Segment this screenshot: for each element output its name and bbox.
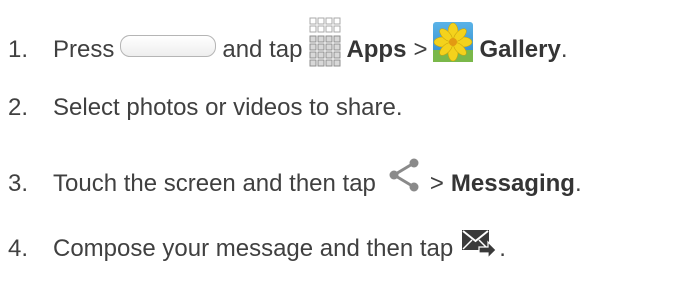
step-3: 3. Touch the screen and then tap > Messa… [8, 158, 582, 204]
step-text: > [413, 36, 428, 63]
step-number: 4. [8, 235, 29, 262]
apps-label: Apps [346, 36, 407, 63]
step-number: 3. [8, 170, 29, 197]
step-number: 2. [8, 94, 29, 121]
send-message-icon [461, 228, 498, 260]
step-text: . [499, 235, 506, 262]
gallery-label: Gallery [479, 36, 561, 63]
step-4: 4. Compose your message and then tap . [8, 230, 506, 264]
home-key-icon [120, 35, 217, 57]
step-text: Touch the screen and then tap [53, 170, 376, 197]
gallery-app-icon [433, 22, 474, 62]
apps-grid-icon [308, 16, 342, 68]
step-text: > [429, 170, 444, 197]
step-2: 2. Select photos or videos to share. [8, 94, 403, 122]
step-text: . [560, 36, 568, 63]
messaging-label: Messaging [450, 170, 575, 197]
step-number: 1. [8, 36, 29, 63]
step-text: Select photos or videos to share. [53, 94, 403, 121]
step-text: Compose your message and then tap [53, 235, 454, 262]
share-icon [386, 154, 426, 194]
step-1: 1. Press and tap Apps > Gallery . [8, 17, 568, 76]
step-text: Press [53, 36, 115, 63]
step-text: and tap [222, 36, 303, 63]
step-text: . [574, 170, 582, 197]
